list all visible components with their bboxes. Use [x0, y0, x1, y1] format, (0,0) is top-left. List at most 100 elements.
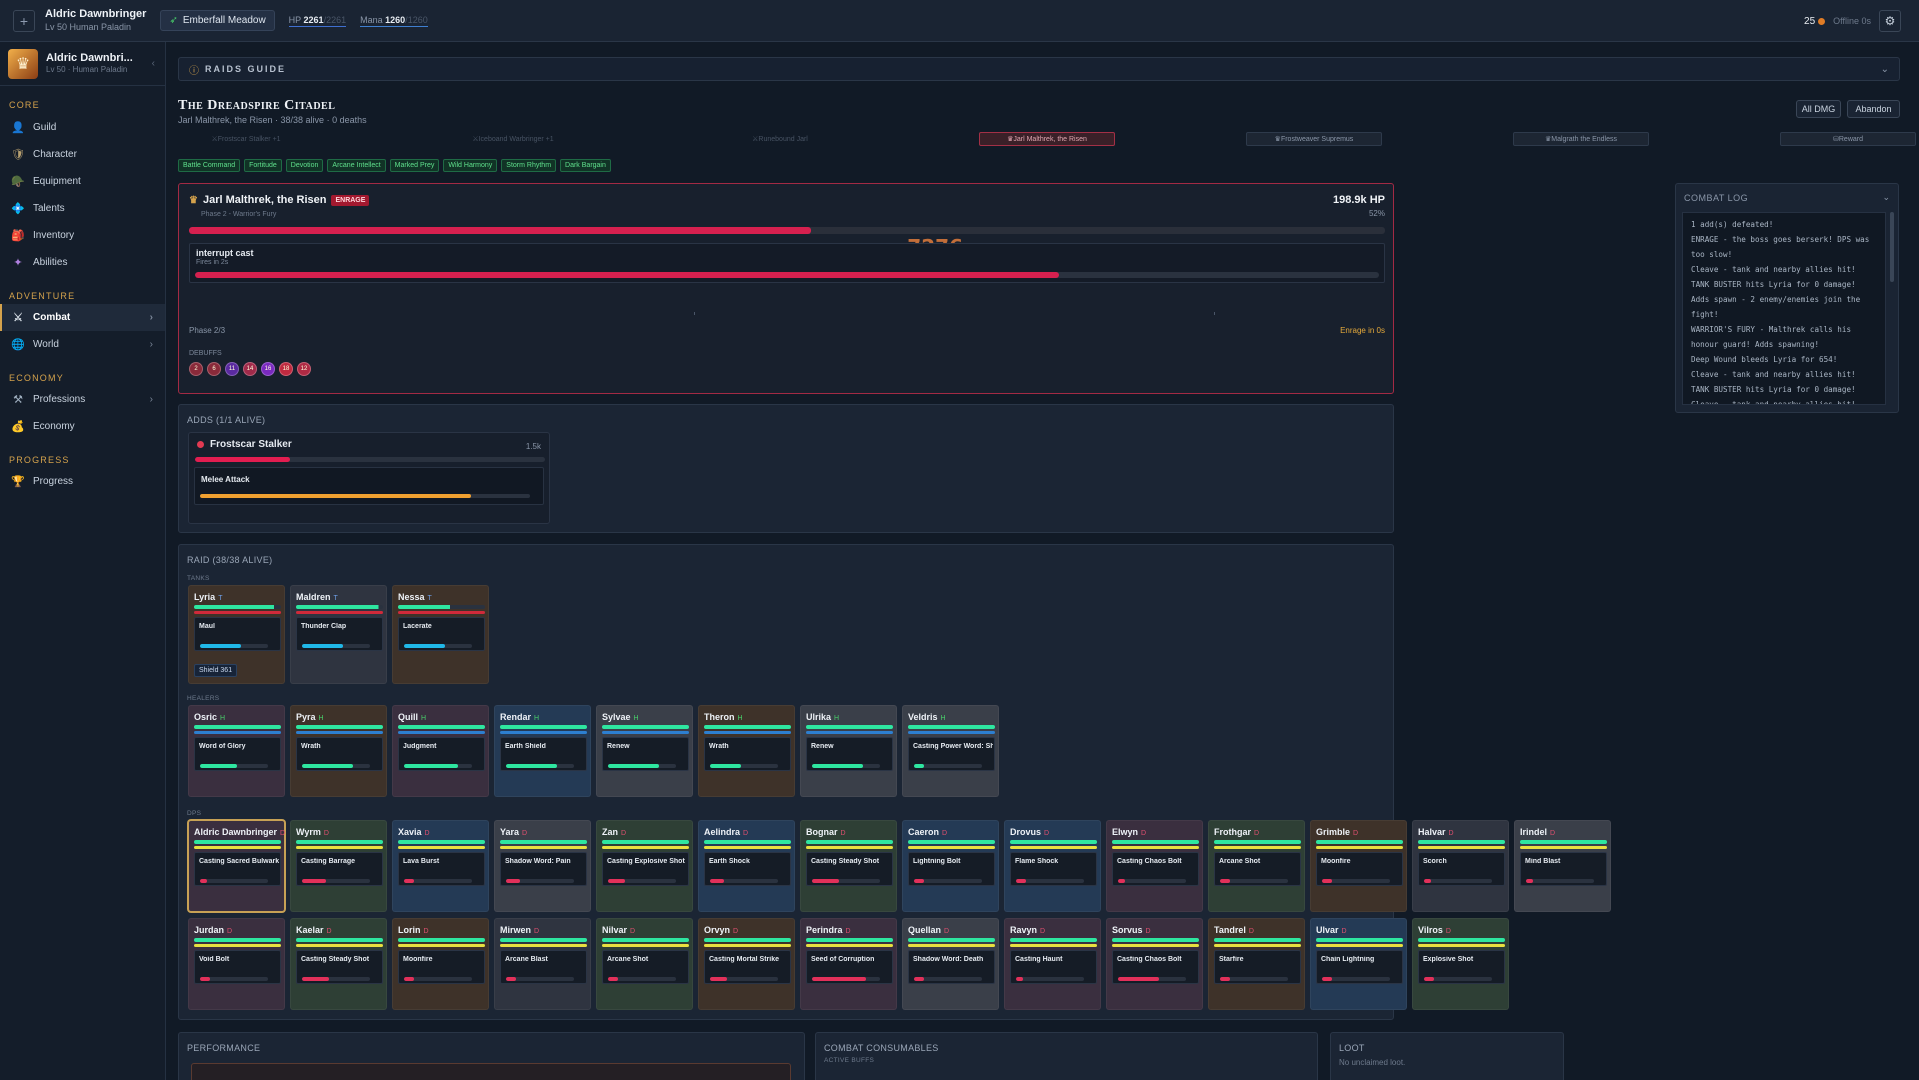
member-cast-bar: [200, 879, 268, 883]
raid-member-card[interactable]: Quill H Judgment: [392, 705, 489, 797]
progress-step[interactable]: ⚔ Runebound Jarl: [712, 132, 848, 146]
raid-member-card[interactable]: Ulrika H Renew: [800, 705, 897, 797]
sidebar-item-talents[interactable]: 💠 Talents: [0, 195, 165, 222]
raid-member-card[interactable]: Quellan D Shadow Word: Death: [902, 918, 999, 1010]
member-cast-name: Casting Steady Shot: [811, 858, 880, 865]
raid-member-card[interactable]: Elwyn D Casting Chaos Bolt: [1106, 820, 1203, 912]
raid-member-card[interactable]: Grimble D Moonfire: [1310, 820, 1407, 912]
sidebar-item-combat[interactable]: ⚔ Combat ›: [0, 304, 165, 331]
raid-member-card[interactable]: Orvyn D Casting Mortal Strike: [698, 918, 795, 1010]
log-scrollbar[interactable]: [1890, 212, 1894, 282]
progress-step[interactable]: ♛ Jarl Malthrek, the Risen: [979, 132, 1115, 146]
sidebar-item-abilities[interactable]: ✦ Abilities: [0, 249, 165, 276]
raid-member-card[interactable]: Lorin D Moonfire: [392, 918, 489, 1010]
raid-buff[interactable]: Devotion: [285, 159, 324, 172]
raid-buff[interactable]: Wild Harmony: [443, 159, 498, 172]
raid-member-card[interactable]: Zan D Casting Explosive Shot: [596, 820, 693, 912]
debuff-icon[interactable]: 2: [189, 362, 203, 376]
sidebar-item-guild[interactable]: 👤 Guild: [0, 114, 165, 141]
raid-member-card[interactable]: Vilros D Explosive Shot: [1412, 918, 1509, 1010]
raid-buff[interactable]: Fortitude: [244, 159, 282, 172]
progress-step[interactable]: ⛁ Reward: [1780, 132, 1916, 146]
raid-member-card[interactable]: Nilvar D Arcane Shot: [596, 918, 693, 1010]
raid-member-card[interactable]: VeldrisH Casting Power Word: Shield: [902, 705, 999, 797]
mana-value: 1260: [385, 14, 406, 25]
raid-member-card[interactable]: Frothgar D Arcane Shot: [1208, 820, 1305, 912]
raid-member-card[interactable]: Xavia D Lava Burst: [392, 820, 489, 912]
raid-member-card[interactable]: Bognar D Casting Steady Shot: [800, 820, 897, 912]
raid-member-card[interactable]: Wyrm D Casting Barrage: [290, 820, 387, 912]
raid-member-card[interactable]: Maldren T Thunder Clap: [290, 585, 387, 684]
raid-member-card[interactable]: Ravyn D Casting Haunt: [1004, 918, 1101, 1010]
raid-member-card[interactable]: Aldric Dawnbringer D Casting Sacred Bulwar…: [188, 820, 285, 912]
raid-member-card[interactable]: Drovus D Flame Shock: [1004, 820, 1101, 912]
raid-buff[interactable]: Storm Rhythm: [501, 159, 557, 172]
zone-badge[interactable]: ➶ Emberfall Meadow: [160, 10, 275, 31]
settings-button[interactable]: ⚙: [1879, 10, 1901, 32]
debuff-icon[interactable]: 6: [207, 362, 221, 376]
debuff-icon[interactable]: 14: [243, 362, 257, 376]
member-cast-fill: [914, 879, 925, 883]
member-resource-bar: [1316, 944, 1403, 947]
sidebar-item-world[interactable]: 🌐 World ›: [0, 331, 165, 358]
economy-icon: 💰: [11, 421, 25, 433]
raid-buff[interactable]: Dark Bargain: [560, 159, 611, 172]
chevron-left-icon[interactable]: ‹: [152, 58, 155, 69]
sidebar-item-character[interactable]: 🛡 Character: [0, 141, 165, 168]
raid-member-card[interactable]: Kaelar D Casting Steady Shot: [290, 918, 387, 1010]
combat-log-body[interactable]: 1 add(s) defeated! ENRAGE - the boss goes…: [1682, 212, 1886, 405]
active-buffs-label: ACTIVE BUFFS: [824, 1057, 875, 1064]
raid-title: The Dreadspire Citadel: [178, 98, 336, 113]
raid-member-card[interactable]: Sylvae H Renew: [596, 705, 693, 797]
sidebar-item-professions[interactable]: ⚒ Professions ›: [0, 386, 165, 413]
sidebar-character[interactable]: ♛ Aldric Dawnbri... Lv 50 · Human Paladin…: [0, 42, 165, 86]
progress-step[interactable]: ⚔ Iceboand Warbringer +1: [445, 132, 581, 146]
raid-buff[interactable]: Marked Prey: [389, 159, 440, 172]
raid-member-card[interactable]: Theron H Wrath: [698, 705, 795, 797]
raid-member-card[interactable]: Yara D Shadow Word: Pain: [494, 820, 591, 912]
raid-member-card[interactable]: Perindra D Seed of Corruption: [800, 918, 897, 1010]
progress-step[interactable]: ♛ Frostweaver Supremus: [1246, 132, 1382, 146]
raids-guide-bar[interactable]: ⓘ RAIDS GUIDE ⌄: [178, 57, 1900, 81]
add-button[interactable]: +: [13, 9, 35, 32]
raid-buff[interactable]: Arcane Intellect: [327, 159, 386, 172]
member-resource-bar: [806, 846, 893, 849]
abandon-button[interactable]: Abandon: [1847, 100, 1900, 118]
raid-member-card[interactable]: Lyria T Maul Shield 361: [188, 585, 285, 684]
raid-member-card[interactable]: Halvar D Scorch: [1412, 820, 1509, 912]
raid-member-card[interactable]: Tandrel D Starfire: [1208, 918, 1305, 1010]
member-name-text: Ulvar: [1316, 925, 1339, 935]
raid-member-card[interactable]: Irindel D Mind Blast: [1514, 820, 1611, 912]
member-hp-bar: [908, 725, 995, 729]
raid-member-card[interactable]: Pyra H Wrath: [290, 705, 387, 797]
sidebar-item-inventory[interactable]: 🎒 Inventory: [0, 222, 165, 249]
raid-member-card[interactable]: Aelindra D Earth Shock: [698, 820, 795, 912]
debuff-icon[interactable]: 18: [279, 362, 293, 376]
raid-member-card[interactable]: Nessa T Lacerate: [392, 585, 489, 684]
progress-step[interactable]: ♛ Malgrath the Endless: [1513, 132, 1649, 146]
all-damage-button[interactable]: All DMG: [1796, 100, 1841, 118]
debuff-icon[interactable]: 16: [261, 362, 275, 376]
debuff-icon[interactable]: 11: [225, 362, 239, 376]
debuff-icon[interactable]: 12: [297, 362, 311, 376]
raid-member-card[interactable]: Mirwen D Arcane Blast: [494, 918, 591, 1010]
raid-member-card[interactable]: Sorvus D Casting Chaos Bolt: [1106, 918, 1203, 1010]
sidebar-item-progress[interactable]: 🏆 Progress: [0, 468, 165, 495]
member-resource-bar: [602, 731, 689, 734]
member-name-text: Sorvus: [1112, 925, 1143, 935]
raid-member-card[interactable]: Jurdan D Void Bolt: [188, 918, 285, 1010]
raid-buff[interactable]: Battle Command: [178, 159, 241, 172]
chevron-down-icon[interactable]: ⌄: [1882, 192, 1890, 203]
raid-member-card[interactable]: Rendar H Earth Shield: [494, 705, 591, 797]
progress-step[interactable]: ⚔ Frostscar Stalker +1: [178, 132, 314, 146]
sidebar-item-equipment[interactable]: 🪖 Equipment: [0, 168, 165, 195]
member-name-text: Aelindra: [704, 827, 741, 837]
sidebar: ♛ Aldric Dawnbri... Lv 50 · Human Paladin…: [0, 42, 166, 1080]
raid-member-card[interactable]: Osric H Word of Glory: [188, 705, 285, 797]
member-resource-bar: [1520, 846, 1607, 849]
add-card[interactable]: Frostscar Stalker 1.5k Melee Attack: [188, 432, 550, 524]
member-cast-bar: [302, 879, 370, 883]
sidebar-item-economy[interactable]: 💰 Economy: [0, 413, 165, 440]
raid-member-card[interactable]: Ulvar D Chain Lightning: [1310, 918, 1407, 1010]
raid-member-card[interactable]: Caeron D Lightning Bolt: [902, 820, 999, 912]
